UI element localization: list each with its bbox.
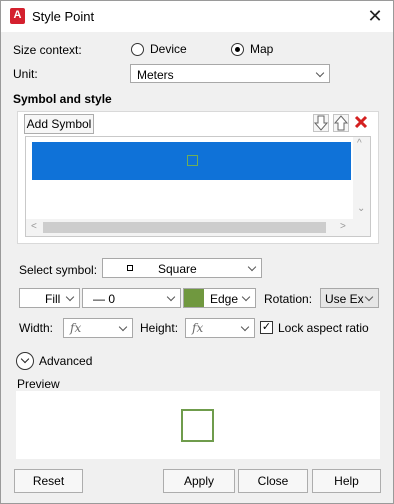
device-radio-label[interactable]: Device (150, 42, 187, 56)
title-bar: A Style Point ✕ (1, 1, 393, 32)
close-icon[interactable]: ✕ (357, 1, 393, 32)
scroll-up-icon[interactable]: ^ (357, 138, 362, 149)
select-symbol-dropdown[interactable]: Square (102, 258, 262, 278)
height-dropdown[interactable]: fx (185, 318, 255, 338)
chevron-down-icon (118, 322, 128, 332)
fill-label: Fill (45, 292, 61, 306)
chevron-down-icon (166, 292, 176, 302)
rotation-dropdown[interactable]: Use Ex (320, 288, 379, 308)
horizontal-scrollbar[interactable]: < > (26, 219, 370, 236)
lock-aspect-label[interactable]: Lock aspect ratio (278, 321, 369, 335)
select-symbol-value: Square (158, 262, 197, 276)
preview-symbol (181, 409, 214, 442)
move-down-icon[interactable] (313, 114, 329, 132)
line-dropdown[interactable]: — 0 (82, 288, 181, 308)
apply-button[interactable]: Apply (163, 469, 235, 493)
move-up-icon[interactable] (333, 114, 349, 132)
edge-label: Edge (210, 292, 239, 306)
advanced-label[interactable]: Advanced (39, 354, 92, 368)
width-label: Width: (19, 321, 54, 335)
chevron-down-icon (247, 262, 257, 272)
map-radio[interactable] (231, 43, 244, 56)
square-symbol-icon (187, 155, 198, 166)
help-button[interactable]: Help (312, 469, 381, 493)
chevron-down-icon (65, 292, 75, 302)
autocad-app-icon: A (10, 8, 25, 24)
width-dropdown[interactable]: fx (63, 318, 133, 338)
map-radio-label[interactable]: Map (250, 42, 273, 56)
chevron-down-icon (315, 68, 325, 78)
rotation-value: Use Ex (325, 292, 364, 306)
chevron-down-icon (364, 292, 374, 302)
close-button[interactable]: Close (238, 469, 308, 493)
edge-dropdown[interactable]: Edge (183, 288, 256, 308)
select-symbol-label: Select symbol: (19, 263, 98, 277)
scroll-down-icon[interactable]: ⌄ (357, 203, 365, 214)
style-point-dialog: A Style Point ✕ Size context: Device Map… (0, 0, 394, 504)
unit-dropdown[interactable]: Meters (130, 64, 330, 83)
function-icon: fx (70, 321, 82, 335)
dialog-title: Style Point (32, 9, 95, 24)
scroll-left-icon[interactable]: < (31, 221, 37, 232)
fill-dropdown[interactable]: Fill (19, 288, 80, 308)
chevron-down-icon (241, 292, 251, 302)
scroll-right-icon[interactable]: > (340, 221, 346, 232)
line-value: — 0 (93, 292, 116, 306)
symbol-list[interactable]: ^ ⌄ < > (25, 136, 371, 237)
chevron-down-icon (240, 322, 250, 332)
size-context-label: Size context: (13, 43, 82, 57)
add-symbol-button[interactable]: Add Symbol (24, 114, 94, 134)
rotation-label: Rotation: (264, 292, 313, 306)
edge-color-swatch (184, 289, 204, 307)
advanced-expand-icon[interactable] (16, 352, 34, 370)
horizontal-scroll-thumb[interactable] (43, 222, 326, 233)
unit-label: Unit: (13, 67, 38, 81)
lock-aspect-checkbox[interactable]: ✓ (260, 321, 273, 334)
list-item[interactable] (32, 142, 351, 180)
symbol-and-style-title: Symbol and style (13, 92, 112, 106)
preview-label: Preview (17, 377, 60, 391)
device-radio[interactable] (131, 43, 144, 56)
reset-button[interactable]: Reset (14, 469, 83, 493)
preview-area (16, 391, 380, 459)
function-icon: fx (192, 321, 204, 335)
vertical-scrollbar[interactable]: ^ ⌄ (353, 137, 370, 219)
delete-icon[interactable] (353, 114, 369, 132)
square-icon (127, 265, 133, 271)
unit-value: Meters (137, 68, 174, 82)
height-label: Height: (140, 321, 179, 335)
